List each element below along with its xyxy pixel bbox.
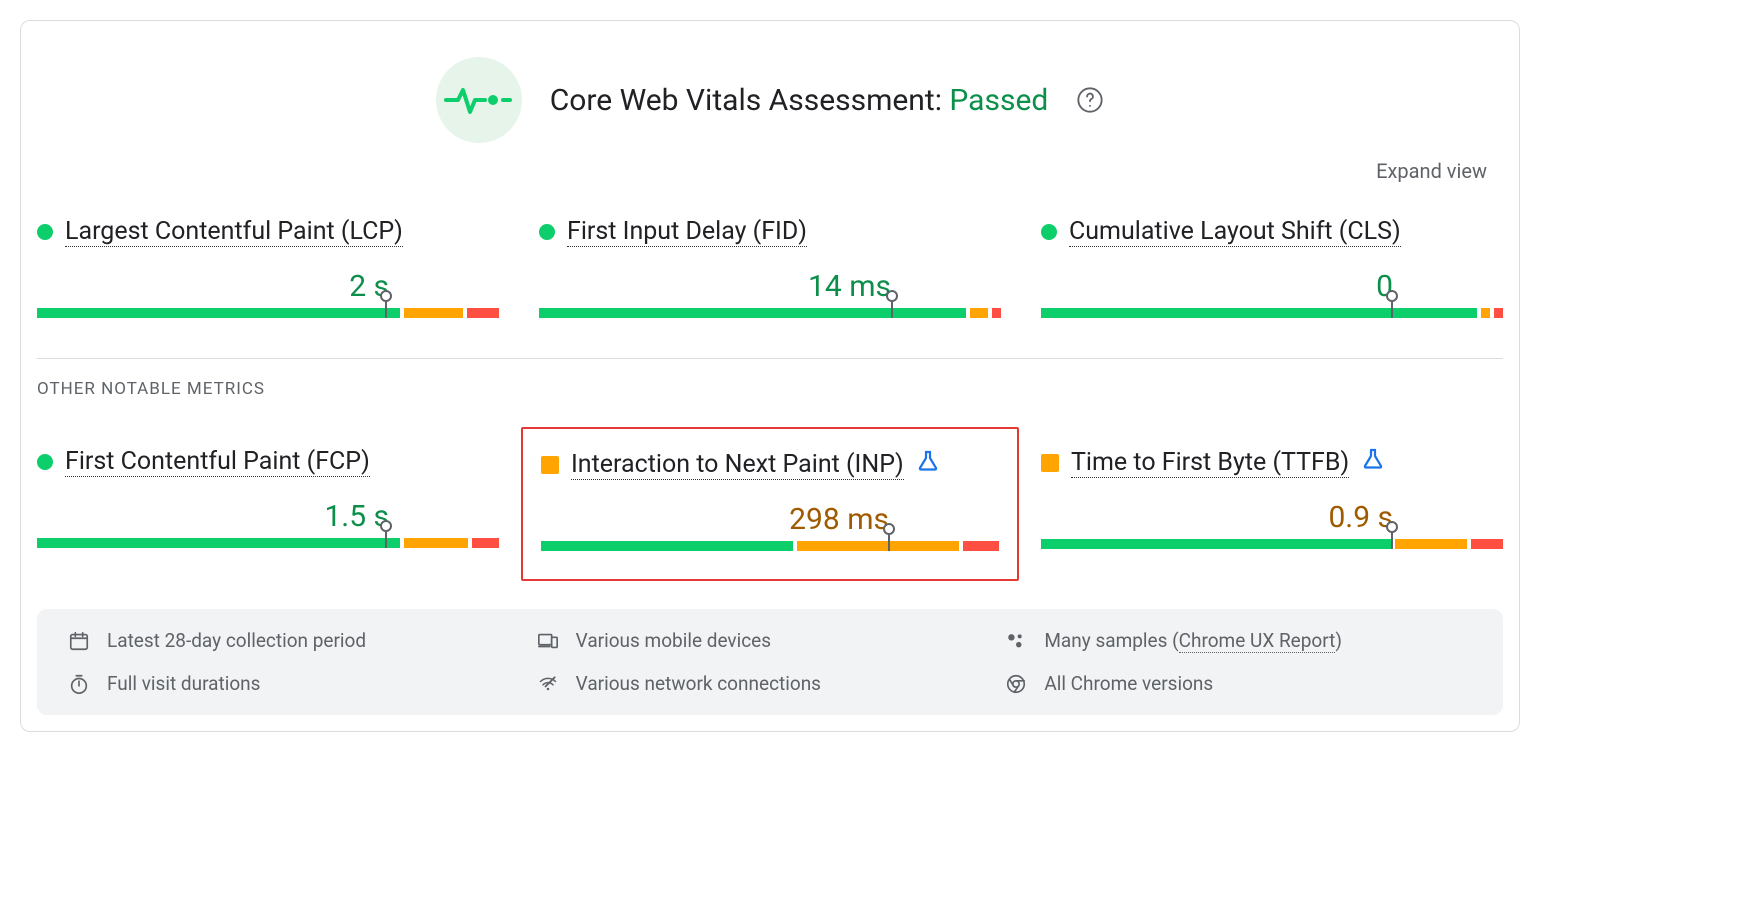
metric-value-fcp: 1.5 s (37, 499, 499, 534)
footer-text: All Chrome versions (1044, 672, 1213, 695)
metric-title-row: Largest Contentful Paint (LCP) (37, 217, 499, 247)
cwv-title: Core Web Vitals Assessment: Passed (550, 83, 1049, 118)
status-indicator-good (37, 454, 53, 470)
metric-value-fid: 14 ms (539, 269, 1001, 304)
metric-fid: First Input Delay (FID) 14 ms (539, 217, 1001, 318)
metric-fcp: First Contentful Paint (FCP) 1.5 s (37, 447, 499, 553)
cwv-title-prefix: Core Web Vitals Assessment: (550, 83, 950, 118)
gauge-marker (1383, 521, 1401, 549)
metric-title-row: Interaction to Next Paint (INP) (541, 449, 999, 480)
metric-title-row: First Input Delay (FID) (539, 217, 1001, 247)
metric-title-row: Time to First Byte (TTFB) (1041, 447, 1503, 478)
footer-link[interactable]: Chrome UX Report (1179, 629, 1336, 653)
metric-inp: Interaction to Next Paint (INP) 298 ms (539, 447, 1001, 553)
footer-item: Latest 28-day collection period (67, 629, 536, 652)
footer-item: Various network connections (536, 672, 1005, 695)
other-notable-label: OTHER NOTABLE METRICS (21, 359, 1519, 399)
calendar-icon (67, 630, 91, 652)
pulse-icon (436, 57, 522, 143)
footer-text-suffix: ) (1335, 629, 1342, 652)
metric-name-cls[interactable]: Cumulative Layout Shift (CLS) (1069, 217, 1401, 247)
footer-text: Latest 28-day collection period (107, 629, 366, 652)
status-indicator-good (539, 224, 555, 240)
metric-value-cls: 0 (1041, 269, 1503, 304)
flask-icon[interactable] (1361, 447, 1385, 478)
metric-value-ttfb: 0.9 s (1041, 500, 1503, 535)
gauge-marker (377, 520, 395, 548)
metric-gauge-fid (539, 308, 1001, 318)
other-metrics-section: First Contentful Paint (FCP) 1.5 s Inter… (21, 399, 1519, 593)
core-web-vitals-card: Core Web Vitals Assessment: Passed Expan… (20, 20, 1520, 732)
metric-value-lcp: 2 s (37, 269, 499, 304)
expand-view-link[interactable]: Expand view (1376, 159, 1487, 183)
metric-gauge-fcp (37, 538, 499, 548)
footer-text: Various mobile devices (576, 629, 771, 652)
timer-icon (67, 673, 91, 695)
gauge-marker (1383, 290, 1401, 318)
metric-cls: Cumulative Layout Shift (CLS) 0 (1041, 217, 1503, 318)
metric-lcp: Largest Contentful Paint (LCP) 2 s (37, 217, 499, 318)
footer-text: Various network connections (576, 672, 821, 695)
footer-text: Many samples ( (1044, 629, 1178, 652)
dots-icon (1004, 630, 1028, 652)
footer-item: Many samples (Chrome UX Report) (1004, 629, 1473, 652)
metric-value-inp: 298 ms (541, 502, 999, 537)
gauge-marker (880, 523, 898, 551)
cwv-header: Core Web Vitals Assessment: Passed Expan… (21, 21, 1519, 183)
cwv-status: Passed (949, 83, 1048, 118)
metric-gauge-inp (541, 541, 999, 551)
footer-item: Full visit durations (67, 672, 536, 695)
gauge-marker (883, 290, 901, 318)
status-indicator-warn (1041, 454, 1059, 472)
status-indicator-good (1041, 224, 1057, 240)
metric-gauge-cls (1041, 308, 1503, 318)
footer-item: All Chrome versions (1004, 672, 1473, 695)
metric-gauge-ttfb (1041, 539, 1503, 549)
metric-name-inp[interactable]: Interaction to Next Paint (INP) (571, 450, 904, 480)
metric-title-row: First Contentful Paint (FCP) (37, 447, 499, 477)
footer-item: Various mobile devices (536, 629, 1005, 652)
metric-name-fcp[interactable]: First Contentful Paint (FCP) (65, 447, 370, 477)
footer-info: Latest 28-day collection period Various … (37, 609, 1503, 715)
flask-icon[interactable] (916, 449, 940, 480)
gauge-marker (377, 290, 395, 318)
network-icon (536, 674, 560, 694)
highlight-box: Interaction to Next Paint (INP) 298 ms (521, 427, 1019, 581)
metric-gauge-lcp (37, 308, 499, 318)
help-icon[interactable] (1076, 86, 1104, 114)
metric-name-lcp[interactable]: Largest Contentful Paint (LCP) (65, 217, 403, 247)
chrome-icon (1004, 673, 1028, 695)
status-indicator-warn (541, 456, 559, 474)
metric-name-fid[interactable]: First Input Delay (FID) (567, 217, 807, 247)
core-metrics-section: Largest Contentful Paint (LCP) 2 s First… (21, 183, 1519, 358)
devices-icon (536, 630, 560, 652)
metric-name-ttfb[interactable]: Time to First Byte (TTFB) (1071, 448, 1349, 478)
metric-title-row: Cumulative Layout Shift (CLS) (1041, 217, 1503, 247)
status-indicator-good (37, 224, 53, 240)
metric-ttfb: Time to First Byte (TTFB) 0.9 s (1041, 447, 1503, 553)
footer-text: Full visit durations (107, 672, 260, 695)
